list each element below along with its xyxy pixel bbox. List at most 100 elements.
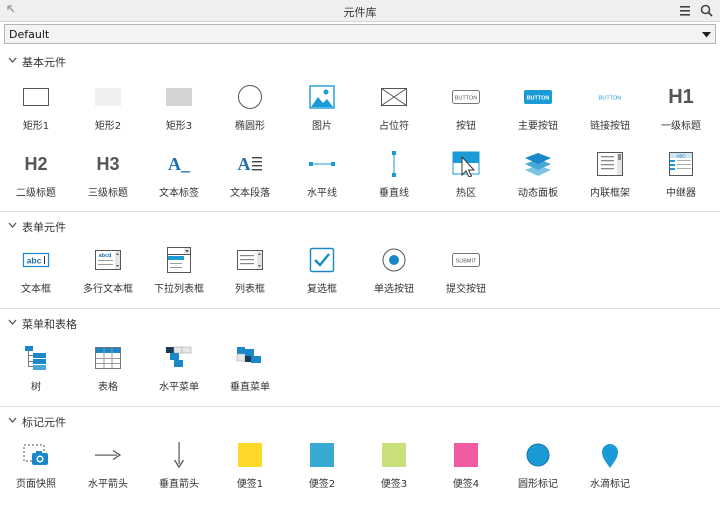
link-button-icon-text: BUTTON — [599, 96, 622, 102]
widget-label: 矩形3 — [165, 121, 193, 132]
repeater-icon-text: ABC — [676, 154, 686, 159]
image-icon — [309, 85, 335, 109]
panel-title: 元件库 — [343, 6, 377, 19]
widget-vertical-menu[interactable]: 垂直菜单 — [214, 344, 286, 400]
widget-vertical-arrow[interactable]: 垂直箭头 — [143, 441, 215, 497]
widget-text-area[interactable]: abcd 多行文本框 — [72, 246, 144, 302]
submit-button-icon-text: SUBMIT — [456, 259, 477, 265]
widget-label: 文本框 — [21, 284, 51, 295]
link-button-icon: BUTTON — [599, 96, 622, 102]
widget-horizontal-arrow[interactable]: 水平箭头 — [72, 441, 144, 497]
paragraph-lines-icon — [251, 157, 262, 171]
widget-label: 内联框架 — [590, 188, 630, 199]
widget-link-button[interactable]: BUTTON 链接按钮 — [574, 83, 646, 139]
widget-ellipse[interactable]: 椭圆形 — [214, 83, 286, 139]
widget-label: 垂直箭头 — [159, 479, 199, 490]
widget-horizontal-menu[interactable]: 水平菜单 — [143, 344, 215, 400]
widget-label: 水平箭头 — [88, 479, 128, 490]
widget-text-label[interactable]: A_ 文本标签 — [143, 150, 215, 206]
widget-rectangle-1[interactable]: 矩形1 — [0, 83, 72, 139]
text-field-icon: abc — [22, 252, 50, 268]
menu-icon[interactable] — [679, 5, 691, 17]
widget-label: 下拉列表框 — [154, 284, 204, 295]
widget-label: 复选框 — [307, 284, 337, 295]
section-title-form: 表单元件 — [22, 221, 66, 234]
widget-heading-1[interactable]: H1 一级标题 — [645, 83, 717, 139]
horizontal-line-icon — [309, 162, 335, 166]
chevron-down-icon — [8, 57, 17, 63]
widget-drop-marker[interactable]: 水滴标记 — [574, 441, 646, 497]
widget-sticky-note-3[interactable]: 便签3 — [358, 441, 430, 497]
widget-label: 便签4 — [452, 479, 480, 490]
snapshot-camera-icon — [23, 444, 48, 465]
widget-dropdown-list[interactable]: 下拉列表框 — [143, 246, 215, 302]
widget-label: 动态面板 — [518, 188, 558, 199]
widget-checkbox[interactable]: 复选框 — [286, 246, 358, 302]
widget-submit-button[interactable]: SUBMIT 提交按钮 — [430, 246, 502, 302]
widget-rectangle-3[interactable]: 矩形3 — [143, 83, 215, 139]
section-header-form[interactable]: 表单元件 — [0, 217, 720, 235]
widget-dynamic-panel[interactable]: 动态面板 — [502, 150, 574, 206]
widget-vertical-line[interactable]: 垂直线 — [358, 150, 430, 206]
widget-horizontal-line[interactable]: 水平线 — [286, 150, 358, 206]
table-icon — [95, 347, 121, 369]
widget-label: 矩形1 — [22, 121, 50, 132]
chevron-down-icon — [8, 417, 17, 423]
widget-sticky-note-1[interactable]: 便签1 — [214, 441, 286, 497]
widget-label: 链接按钮 — [590, 121, 630, 132]
widget-label: 三级标题 — [88, 188, 128, 199]
widget-tree[interactable]: 树 — [0, 344, 72, 400]
rectangle-gray-icon — [166, 88, 192, 106]
widget-label: 图片 — [312, 121, 332, 132]
tree-icon — [25, 346, 46, 370]
widget-rectangle-2[interactable]: 矩形2 — [72, 83, 144, 139]
widget-text-paragraph[interactable]: A 文本段落 — [214, 150, 286, 206]
widget-inline-frame[interactable]: 内联框架 — [574, 150, 646, 206]
widget-image[interactable]: 图片 — [286, 83, 358, 139]
sticky-note-yellow-icon — [238, 443, 262, 467]
section-header-menu[interactable]: 菜单和表格 — [0, 314, 720, 332]
section-header-basic[interactable]: 基本元件 — [0, 52, 720, 70]
library-dropdown[interactable]: Default — [4, 24, 716, 44]
sticky-note-green-icon — [382, 443, 406, 467]
widget-label: 列表框 — [235, 284, 265, 295]
widget-primary-button[interactable]: BUTTON 主要按钮 — [502, 83, 574, 139]
list-box-icon — [237, 250, 263, 270]
widget-label: 圆形标记 — [518, 479, 558, 490]
placeholder-icon — [381, 88, 407, 106]
circle-marker-icon — [526, 443, 550, 467]
widget-repeater[interactable]: ABC 中继器 — [645, 150, 717, 206]
arrow-down-icon — [173, 442, 185, 469]
section-header-markup[interactable]: 标记元件 — [0, 412, 720, 430]
widget-label: 水滴标记 — [590, 479, 630, 490]
widget-label: 椭圆形 — [235, 121, 265, 132]
widget-label: 便签2 — [308, 479, 336, 490]
section-divider — [0, 406, 720, 407]
widget-button[interactable]: BUTTON 按钮 — [430, 83, 502, 139]
chevron-down-icon — [8, 319, 17, 325]
widget-sticky-note-2[interactable]: 便签2 — [286, 441, 358, 497]
widget-hotspot[interactable]: 热区 — [430, 150, 502, 206]
widget-circle-marker[interactable]: 圆形标记 — [502, 441, 574, 497]
widget-label: 树 — [31, 382, 41, 393]
widget-label: 垂直线 — [379, 188, 409, 199]
widget-heading-3[interactable]: H3 三级标题 — [72, 150, 144, 206]
hotspot-icon — [452, 151, 480, 177]
text-area-icon: abcd — [95, 250, 121, 270]
section-title-basic: 基本元件 — [22, 56, 66, 69]
search-icon[interactable] — [700, 4, 713, 17]
widget-page-snapshot[interactable]: 页面快照 — [0, 441, 72, 497]
widget-label: 占位符 — [379, 121, 409, 132]
widget-list-box[interactable]: 列表框 — [214, 246, 286, 302]
widget-radio-button[interactable]: 单选按钮 — [358, 246, 430, 302]
button-icon: BUTTON — [452, 90, 480, 104]
text-area-icon-text: abcd — [99, 253, 112, 259]
text-field-icon-text: abc — [27, 256, 42, 266]
widget-sticky-note-4[interactable]: 便签4 — [430, 441, 502, 497]
library-dropdown-value: Default — [9, 28, 50, 41]
radio-selected-icon — [382, 248, 406, 272]
widget-table[interactable]: 表格 — [72, 344, 144, 400]
widget-heading-2[interactable]: H2 二级标题 — [0, 150, 72, 206]
widget-text-field[interactable]: abc 文本框 — [0, 246, 72, 302]
widget-placeholder[interactable]: 占位符 — [358, 83, 430, 139]
